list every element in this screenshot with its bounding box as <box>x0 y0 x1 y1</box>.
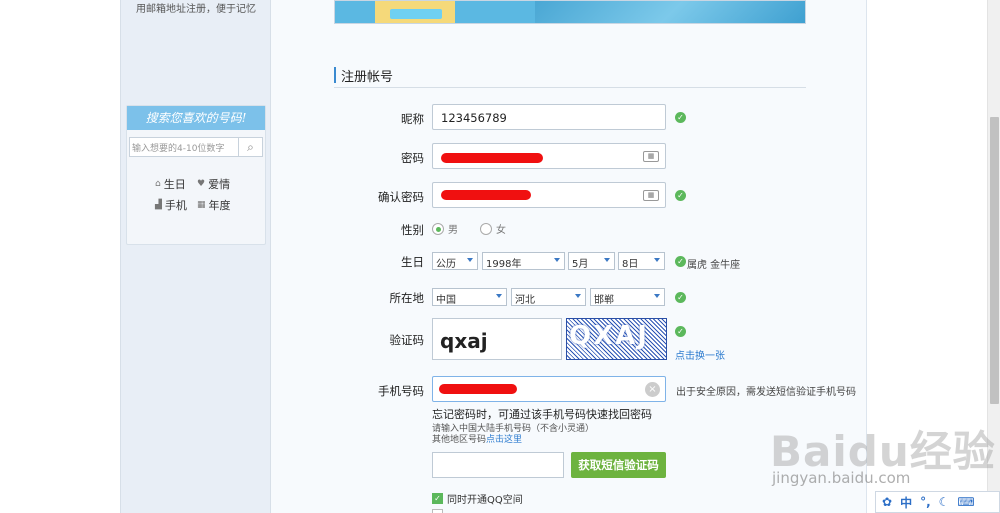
get-sms-code-button[interactable]: 获取短信验证码 <box>571 452 666 478</box>
scrollbar-thumb[interactable] <box>990 117 999 404</box>
phone-field[interactable]: × <box>432 376 666 402</box>
agreement-checkbox[interactable] <box>432 509 443 513</box>
signal-icon: ▟ <box>155 200 162 210</box>
sms-code-field[interactable] <box>432 452 564 478</box>
zodiac-hint: 属虎 金牛座 <box>687 260 741 271</box>
birthday-label: 生日 <box>401 255 424 269</box>
country-select[interactable]: 中国 <box>432 288 507 306</box>
ime-keyboard-icon[interactable]: ⌨ <box>957 495 974 509</box>
captcha-field[interactable]: qxaj <box>432 318 562 360</box>
cake-icon: ⌂ <box>155 179 161 189</box>
radio-icon <box>480 222 492 235</box>
birthday-valid-icon: ✓ <box>675 256 686 267</box>
calendar-select[interactable]: 公历 <box>432 252 478 270</box>
birth-day-select[interactable]: 8日 <box>618 252 665 270</box>
nickname-valid-icon: ✓ <box>675 112 686 123</box>
paw-icon: ✿ <box>882 495 893 509</box>
refresh-captcha-link[interactable]: 点击换一张 <box>675 347 725 362</box>
chevron-down-icon <box>554 258 560 262</box>
phone-security-hint: 出于安全原因，需发送短信验证手机号码 <box>676 387 856 398</box>
number-search-input[interactable]: 输入想要的4-10位数字 ⌕ <box>129 137 263 157</box>
phone-recovery-hint: 忘记密码时，可通过该手机号码快速找回密码 <box>432 408 652 421</box>
email-register-note: 用邮箱地址注册，便于记忆 <box>136 4 256 15</box>
birth-year-select[interactable]: 1998年 <box>482 252 565 270</box>
search-icon[interactable]: ⌕ <box>238 138 262 156</box>
chevron-down-icon <box>496 294 502 298</box>
ime-toolbar[interactable]: ✿ 中 °, ☾ ⌨ <box>875 491 1000 513</box>
number-search-title: 搜索您喜欢的号码! <box>127 106 265 130</box>
confirm-password-redaction <box>441 190 531 200</box>
ime-punctuation-icon[interactable]: °, <box>920 495 931 509</box>
other-region-link[interactable]: 点击这里 <box>486 435 522 445</box>
password-field[interactable]: ▦ <box>432 143 666 169</box>
captcha-valid-icon: ✓ <box>675 326 686 337</box>
other-region-hint: 其他地区号码点击这里 <box>432 435 523 445</box>
number-search-box: 搜索您喜欢的号码! 输入想要的4-10位数字 ⌕ ⌂ 生日 ♥ 爱情 ▟ 手机 ▦ 年度 <box>126 105 266 245</box>
chip-birthday[interactable]: ⌂ 生日 <box>155 176 186 192</box>
chevron-down-icon <box>467 258 473 262</box>
password-redaction <box>441 153 543 163</box>
nickname-field[interactable]: 123456789 <box>432 104 666 130</box>
chevron-down-icon <box>654 258 660 262</box>
chip-love[interactable]: ♥ 爱情 <box>197 176 230 192</box>
checkbox-checked-icon: ✓ <box>432 493 443 504</box>
left-sidebar <box>120 0 271 513</box>
captcha-image[interactable]: QXAJ <box>566 318 667 360</box>
ime-moon-icon[interactable]: ☾ <box>939 495 950 509</box>
ime-chinese-mode[interactable]: 中 <box>900 494 912 511</box>
gender-female-radio[interactable]: 女 <box>480 221 506 236</box>
city-select[interactable]: 邯郸 <box>590 288 665 306</box>
location-valid-icon: ✓ <box>675 292 686 303</box>
province-select[interactable]: 河北 <box>511 288 586 306</box>
clear-icon[interactable]: × <box>645 382 660 397</box>
confirm-valid-icon: ✓ <box>675 190 686 201</box>
gender-label: 性别 <box>401 223 424 237</box>
phone-label: 手机号码 <box>378 384 424 398</box>
radio-selected-icon <box>432 222 444 235</box>
phone-redaction <box>439 384 517 394</box>
top-banner <box>334 0 806 24</box>
watermark-url: jingyan.baidu.com <box>772 469 911 487</box>
gender-male-radio[interactable]: 男 <box>432 221 458 236</box>
confirm-password-label: 确认密码 <box>378 190 424 204</box>
heart-icon: ♥ <box>197 179 206 189</box>
section-title: 注册帐号 <box>334 64 806 88</box>
captcha-label: 验证码 <box>389 333 425 347</box>
password-label: 密码 <box>401 151 424 165</box>
chevron-down-icon <box>654 294 660 298</box>
confirm-password-field[interactable]: ▦ <box>432 182 666 208</box>
keyboard-icon[interactable]: ▦ <box>643 151 659 162</box>
chip-phone[interactable]: ▟ 手机 <box>155 197 187 213</box>
chip-year[interactable]: ▦ 年度 <box>197 197 231 213</box>
registration-page: 用邮箱地址注册，便于记忆 搜索您喜欢的号码! 输入想要的4-10位数字 ⌕ ⌂ 生… <box>0 0 1000 513</box>
chevron-down-icon <box>575 294 581 298</box>
qq-space-checkbox[interactable]: ✓ 同时开通QQ空间 <box>432 491 523 506</box>
calendar-icon: ▦ <box>197 200 206 210</box>
location-label: 所在地 <box>389 291 425 305</box>
birth-month-select[interactable]: 5月 <box>568 252 615 270</box>
nickname-label: 昵称 <box>401 112 424 126</box>
keyboard-icon[interactable]: ▦ <box>643 190 659 201</box>
chevron-down-icon <box>604 258 610 262</box>
